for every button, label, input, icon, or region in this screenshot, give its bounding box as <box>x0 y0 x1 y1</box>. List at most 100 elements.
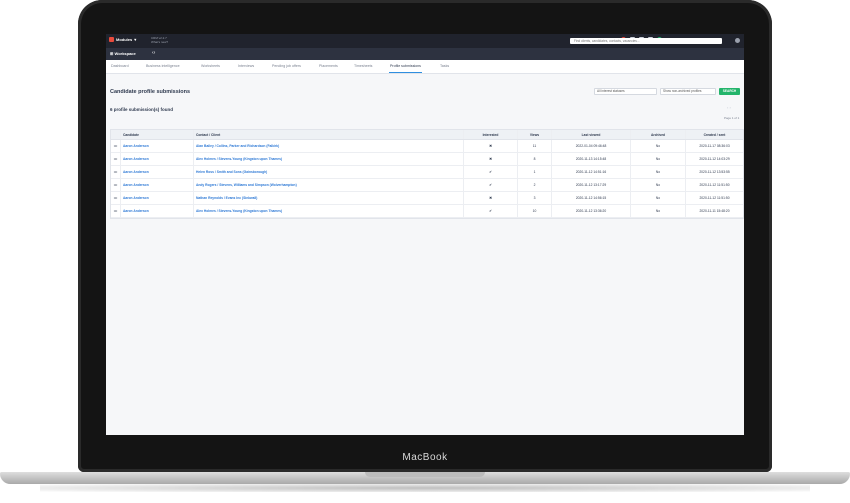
table-row: ••• Aaron Anderson Alex Holmes / Stevens… <box>111 205 743 218</box>
tab-worksheets[interactable]: Worksheets <box>201 64 220 68</box>
tab-pending-job-offers[interactable]: Pending job offers <box>272 64 301 68</box>
global-search-input[interactable]: Find clients, candidates, contacts, vaca… <box>570 38 722 44</box>
tab-placements[interactable]: Placements <box>319 64 338 68</box>
column-header-created[interactable]: Created / sent <box>686 130 743 139</box>
pagination: ‹ › <box>727 105 731 110</box>
row-menu-icon[interactable]: ••• <box>111 205 121 217</box>
page-info: Page 1 of 1 <box>724 116 740 120</box>
views-count: 3 <box>518 192 552 204</box>
last-viewed: 2020-11-12 13:17:29 <box>552 179 631 191</box>
created-date: 2020-11-12 11:51:50 <box>699 196 730 200</box>
table-row: ••• Aaron Anderson Alex Holmes / Stevens… <box>111 153 743 166</box>
app-logo-icon <box>109 37 114 42</box>
result-count: 6 profile submission(s) found <box>110 107 174 112</box>
candidate-link[interactable]: Aaron Anderson <box>121 179 194 191</box>
tab-profile-submissions[interactable]: Profile submissions <box>389 64 422 73</box>
contact-link[interactable]: Alan Bailey / Collins, Parker and Richar… <box>194 140 464 152</box>
interested-status-icon: ✖ <box>464 192 518 204</box>
chevron-down-icon: ▾ <box>134 37 137 42</box>
row-menu-icon[interactable]: ••• <box>111 192 121 204</box>
last-viewed: 2020-11-13 14:15:48 <box>552 153 631 165</box>
tab-tasks[interactable]: Tasks <box>440 64 449 68</box>
table-row: ••• Aaron Anderson Helen Ross / Smith an… <box>111 166 743 179</box>
code-arrows-icon[interactable]: ‹› <box>152 50 155 56</box>
views-count: 8 <box>518 153 552 165</box>
views-count: 10 <box>518 205 552 217</box>
tab-business-intelligence[interactable]: Business intelligence <box>146 64 180 68</box>
tab-dashboard[interactable]: Dashboard <box>111 64 129 68</box>
search-button[interactable]: SEARCH <box>719 88 740 95</box>
submissions-table: Candidate Contact / Client Interested Vi… <box>110 129 744 219</box>
interested-status-icon: ✔ <box>464 179 518 191</box>
last-viewed: 2022-01-04 09:46:48 <box>552 140 631 152</box>
last-viewed: 2020-11-12 13:36:20 <box>552 205 631 217</box>
modules-label: Modules <box>116 37 133 42</box>
column-header-views[interactable]: Views <box>518 130 552 139</box>
whats-new-link[interactable]: What's new? <box>151 40 168 44</box>
column-header-interested[interactable]: Interested <box>464 130 518 139</box>
candidate-link[interactable]: Aaron Anderson <box>121 205 194 217</box>
contact-link[interactable]: Andy Rogers / Stevens, Williams and Simp… <box>194 179 464 191</box>
contact-link[interactable]: Helen Ross / Smith and Sons (Gainsboroug… <box>194 166 464 178</box>
views-count: 1 <box>518 166 552 178</box>
archived-status: No <box>631 166 686 178</box>
candidate-link[interactable]: Aaron Anderson <box>121 153 194 165</box>
device-brand: MacBook <box>402 452 448 463</box>
candidate-link[interactable]: Aaron Anderson <box>121 140 194 152</box>
archived-status: No <box>631 205 686 217</box>
archived-status: No <box>631 192 686 204</box>
laptop-shadow <box>40 484 810 492</box>
candidate-link[interactable]: Aaron Anderson <box>121 192 194 204</box>
next-page-icon[interactable]: › <box>729 105 730 110</box>
laptop-notch <box>365 472 485 477</box>
table-row: ••• Aaron Anderson Andy Rogers / Stevens… <box>111 179 743 192</box>
version-info[interactable]: CRM v2.2.7 What's new? <box>151 36 168 44</box>
tab-timesheets[interactable]: Timesheets <box>354 64 372 68</box>
last-viewed: 2020-11-12 14:51:16 <box>552 166 631 178</box>
created-date: 2020-11-12 13:53:55 <box>699 170 730 174</box>
candidate-link[interactable]: Aaron Anderson <box>121 166 194 178</box>
modules-menu[interactable]: Modules ▾ <box>109 37 136 42</box>
grid-icon: ⊞ <box>110 51 114 56</box>
module-tabs: Dashboard Business intelligence Workshee… <box>106 60 744 74</box>
page-title: Candidate profile submissions <box>110 89 191 95</box>
row-menu-icon[interactable]: ••• <box>111 166 121 178</box>
interested-status-icon: ✖ <box>464 140 518 152</box>
table-row: ••• Aaron Anderson Nathan Reynolds / Eva… <box>111 192 743 205</box>
views-count: 11 <box>518 140 552 152</box>
contact-link[interactable]: Nathan Reynolds / Evans Inc (Sinkwall) <box>194 192 464 204</box>
archived-status: No <box>631 179 686 191</box>
app-screen: Modules ▾ CRM v2.2.7 What's new? Find cl… <box>106 34 744 435</box>
column-header-contact[interactable]: Contact / Client <box>194 130 464 139</box>
column-header-archived[interactable]: Archived <box>631 130 686 139</box>
archived-status: No <box>631 140 686 152</box>
created-date: 2020-11-11 15:48:20 <box>699 209 730 213</box>
row-menu-icon[interactable]: ••• <box>111 179 121 191</box>
workspace-label: Workspace <box>114 51 136 56</box>
contact-link[interactable]: Alex Holmes / Stevens-Young (Kingston up… <box>194 153 464 165</box>
created-date: 2020-11-12 11:51:50 <box>699 183 730 187</box>
interest-status-select[interactable]: All interest statuses <box>594 88 657 95</box>
column-header-menu <box>111 130 121 139</box>
row-menu-icon[interactable]: ••• <box>111 153 121 165</box>
created-date: 2020-11-17 08:36:03 <box>699 144 730 148</box>
user-account-icon[interactable] <box>735 38 740 43</box>
column-header-candidate[interactable]: Candidate <box>121 130 194 139</box>
interested-status-icon: ✔ <box>464 166 518 178</box>
archived-status: No <box>631 153 686 165</box>
top-bar: Modules ▾ CRM v2.2.7 What's new? Find cl… <box>106 34 744 48</box>
tab-interviews[interactable]: Interviews <box>238 64 254 68</box>
last-viewed: 2020-11-12 14:56:15 <box>552 192 631 204</box>
workspace-bar: ⊞ Workspace ‹› <box>106 48 744 60</box>
views-count: 2 <box>518 179 552 191</box>
workspace-menu[interactable]: ⊞ Workspace <box>110 51 136 56</box>
table-row: ••• Aaron Anderson Alan Bailey / Collins… <box>111 140 743 153</box>
row-menu-icon[interactable]: ••• <box>111 140 121 152</box>
interested-status-icon: ✖ <box>464 153 518 165</box>
archived-filter-select[interactable]: Show non-archived profiles <box>660 88 716 95</box>
contact-link[interactable]: Alex Holmes / Stevens-Young (Kingston up… <box>194 205 464 217</box>
column-header-last-viewed[interactable]: Last viewed <box>552 130 631 139</box>
table-header: Candidate Contact / Client Interested Vi… <box>111 130 743 140</box>
created-date: 2020-11-12 14:03:29 <box>699 157 730 161</box>
interested-status-icon: ✔ <box>464 205 518 217</box>
